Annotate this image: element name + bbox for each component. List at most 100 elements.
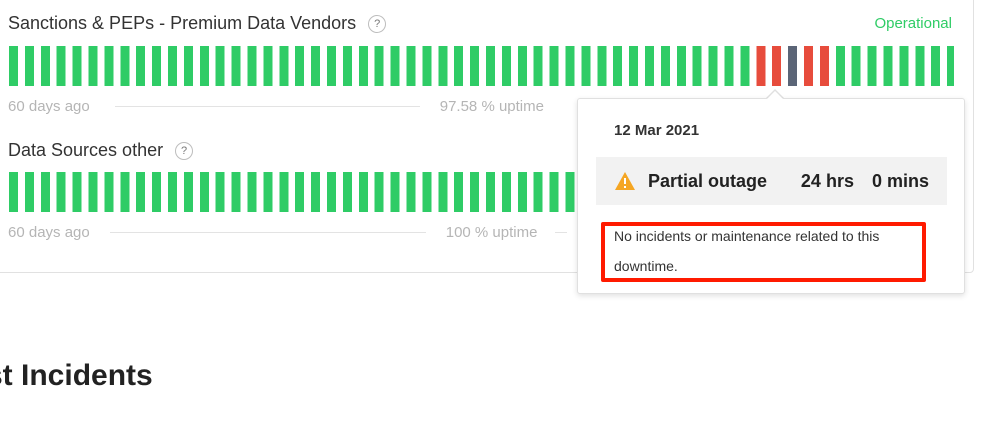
uptime-day-bar[interactable] xyxy=(120,46,130,86)
uptime-day-bar[interactable] xyxy=(470,172,480,212)
component-title: Data Sources other xyxy=(8,140,164,160)
uptime-day-bar[interactable] xyxy=(342,46,352,86)
uptime-day-bar[interactable] xyxy=(565,46,575,86)
uptime-day-bar[interactable] xyxy=(565,172,575,212)
uptime-day-bar[interactable] xyxy=(358,46,368,86)
uptime-day-bar[interactable] xyxy=(40,46,50,86)
uptime-day-bar[interactable] xyxy=(56,172,66,212)
uptime-day-bar[interactable] xyxy=(819,46,829,86)
uptime-day-bar[interactable] xyxy=(581,46,591,86)
uptime-day-bar[interactable] xyxy=(660,46,670,86)
uptime-day-bar[interactable] xyxy=(883,46,893,86)
uptime-day-bar[interactable] xyxy=(358,172,368,212)
legend-start-label: 60 days ago xyxy=(8,224,90,241)
uptime-day-bar[interactable] xyxy=(311,46,321,86)
uptime-day-bar[interactable] xyxy=(215,172,225,212)
uptime-day-bar[interactable] xyxy=(422,46,432,86)
uptime-day-bar[interactable] xyxy=(454,172,464,212)
uptime-day-bar[interactable] xyxy=(152,46,162,86)
uptime-day-bar[interactable] xyxy=(724,46,734,86)
uptime-day-bar[interactable] xyxy=(517,172,527,212)
uptime-day-bar[interactable] xyxy=(867,46,877,86)
uptime-day-bar[interactable] xyxy=(88,46,98,86)
uptime-day-bar[interactable] xyxy=(740,46,750,86)
uptime-day-bar[interactable] xyxy=(613,46,623,86)
uptime-day-bar[interactable] xyxy=(374,46,384,86)
uptime-day-bar[interactable] xyxy=(72,172,82,212)
uptime-day-bar[interactable] xyxy=(597,46,607,86)
uptime-day-bar[interactable] xyxy=(88,172,98,212)
uptime-day-bar[interactable] xyxy=(390,172,400,212)
uptime-day-bar[interactable] xyxy=(772,46,782,86)
uptime-day-bar[interactable] xyxy=(438,172,448,212)
uptime-day-bar[interactable] xyxy=(231,46,241,86)
uptime-day-bar[interactable] xyxy=(517,46,527,86)
uptime-day-bar[interactable] xyxy=(533,172,543,212)
uptime-day-bar[interactable] xyxy=(152,172,162,212)
uptime-day-bar[interactable] xyxy=(24,46,34,86)
uptime-day-bar[interactable] xyxy=(120,172,130,212)
uptime-day-bar[interactable] xyxy=(183,46,193,86)
uptime-day-bar[interactable] xyxy=(645,46,654,86)
uptime-day-bar[interactable] xyxy=(215,46,225,86)
uptime-day-bar[interactable] xyxy=(899,46,909,86)
uptime-day-bar[interactable] xyxy=(454,46,464,86)
uptime-day-bar[interactable] xyxy=(136,172,146,212)
uptime-day-bar[interactable] xyxy=(486,46,495,86)
uptime-day-bar[interactable] xyxy=(327,172,336,212)
uptime-day-bar[interactable] xyxy=(199,172,209,212)
uptime-day-bar[interactable] xyxy=(549,46,559,86)
uptime-day-bar[interactable] xyxy=(851,46,861,86)
uptime-day-bar[interactable] xyxy=(56,46,66,86)
uptime-day-bar[interactable] xyxy=(40,172,50,212)
uptime-day-bar[interactable] xyxy=(168,46,177,86)
uptime-day-bar[interactable] xyxy=(804,46,813,86)
help-icon[interactable]: ? xyxy=(175,141,194,160)
uptime-day-bar[interactable] xyxy=(311,172,321,212)
uptime-day-bar[interactable] xyxy=(708,46,718,86)
uptime-day-bar[interactable] xyxy=(406,172,416,212)
uptime-day-bar[interactable] xyxy=(486,172,495,212)
uptime-day-bar[interactable] xyxy=(168,172,177,212)
uptime-day-bar[interactable] xyxy=(327,46,336,86)
uptime-day-bar[interactable] xyxy=(231,172,241,212)
uptime-day-bar[interactable] xyxy=(390,46,400,86)
uptime-day-bar[interactable] xyxy=(24,172,34,212)
uptime-day-bar[interactable] xyxy=(183,172,193,212)
uptime-day-bar[interactable] xyxy=(422,172,432,212)
uptime-day-bar[interactable] xyxy=(501,172,511,212)
uptime-day-bar[interactable] xyxy=(247,46,257,86)
uptime-day-bar[interactable] xyxy=(406,46,416,86)
uptime-day-bar[interactable] xyxy=(247,172,257,212)
uptime-day-bar[interactable] xyxy=(9,46,18,86)
uptime-day-bar[interactable] xyxy=(533,46,543,86)
uptime-day-bar[interactable] xyxy=(104,46,114,86)
uptime-day-bar[interactable] xyxy=(629,46,639,86)
uptime-day-bar[interactable] xyxy=(9,172,18,212)
uptime-day-bar[interactable] xyxy=(279,46,289,86)
uptime-day-bar[interactable] xyxy=(947,46,954,86)
uptime-day-bar[interactable] xyxy=(104,172,114,212)
uptime-day-bar[interactable] xyxy=(470,46,480,86)
uptime-day-bar[interactable] xyxy=(199,46,209,86)
uptime-day-bar[interactable] xyxy=(263,172,273,212)
uptime-day-bar[interactable] xyxy=(915,46,925,86)
uptime-day-bar[interactable] xyxy=(756,46,766,86)
uptime-day-bar[interactable] xyxy=(676,46,686,86)
uptime-day-bar[interactable] xyxy=(342,172,352,212)
uptime-day-bar[interactable] xyxy=(501,46,511,86)
uptime-day-bar[interactable] xyxy=(788,46,798,86)
uptime-day-bar[interactable] xyxy=(295,46,305,86)
uptime-day-bar[interactable] xyxy=(72,46,82,86)
uptime-day-bar[interactable] xyxy=(931,46,941,86)
help-icon[interactable]: ? xyxy=(368,14,387,33)
uptime-day-bar[interactable] xyxy=(263,46,273,86)
uptime-day-bar[interactable] xyxy=(295,172,305,212)
uptime-day-bar[interactable] xyxy=(438,46,448,86)
uptime-day-bar[interactable] xyxy=(374,172,384,212)
uptime-day-bar[interactable] xyxy=(279,172,289,212)
uptime-day-bar[interactable] xyxy=(136,46,146,86)
uptime-day-bar[interactable] xyxy=(549,172,559,212)
uptime-day-bar[interactable] xyxy=(692,46,702,86)
uptime-day-bar[interactable] xyxy=(835,46,845,86)
